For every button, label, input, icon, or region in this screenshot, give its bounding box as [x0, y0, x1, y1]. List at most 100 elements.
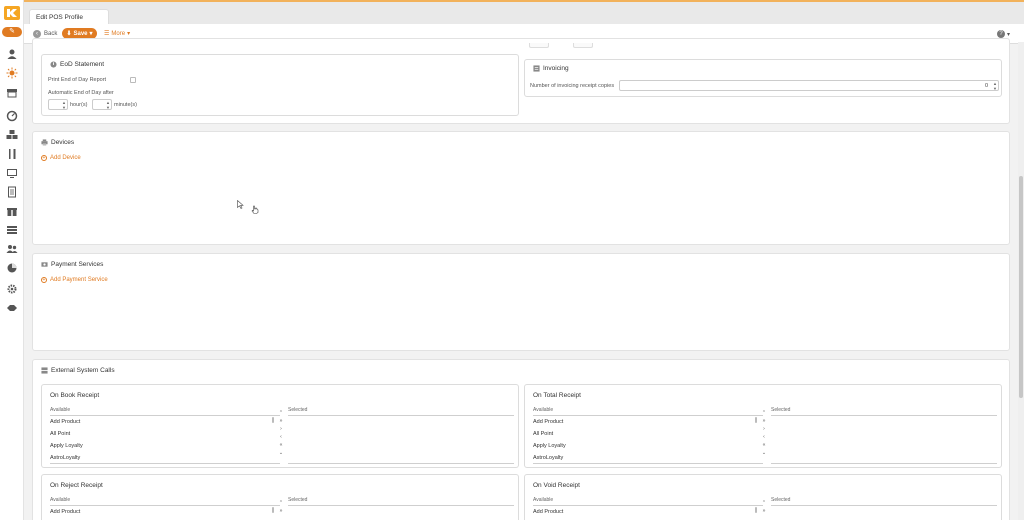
- server-icon: [41, 367, 48, 374]
- on-reject-receipt-title: On Reject Receipt: [50, 482, 103, 489]
- payment-services-panel: Payment Services + Add Payment Service: [32, 253, 1010, 351]
- list-icon[interactable]: [6, 224, 18, 236]
- invoicing-copies-value: 0: [984, 83, 988, 89]
- available-item[interactable]: Add Product: [50, 509, 80, 515]
- list-scrollbar[interactable]: [755, 507, 757, 513]
- invoicing-title: Invoicing: [543, 65, 569, 72]
- divider: [288, 463, 514, 464]
- save-label: Save: [73, 30, 88, 37]
- on-book-receipt-card: On Book Receipt Available Selected Add P…: [41, 384, 519, 468]
- download-icon: ⬇: [66, 31, 72, 37]
- list-scrollbar[interactable]: [272, 417, 274, 423]
- help-icon: ?: [996, 30, 1005, 38]
- chevron-down-icon: ▾: [89, 31, 93, 37]
- available-item[interactable]: All Point: [533, 431, 553, 437]
- pie-chart-icon[interactable]: [6, 262, 18, 274]
- utensils-icon[interactable]: [6, 148, 18, 160]
- move-all-right-icon[interactable]: »: [277, 417, 285, 425]
- document-icon[interactable]: [6, 186, 18, 198]
- mouse-cursor-icon: [237, 200, 244, 209]
- store-icon[interactable]: [6, 86, 18, 98]
- available-item[interactable]: Add Product: [533, 509, 563, 515]
- print-eod-checkbox[interactable]: [130, 77, 136, 83]
- move-up-icon[interactable]: ⌃: [277, 499, 285, 507]
- add-payment-service-label: Add Payment Service: [50, 277, 108, 283]
- gear-icon[interactable]: [6, 283, 18, 295]
- user-icon[interactable]: [6, 48, 18, 60]
- external-calls-title: External System Calls: [51, 367, 115, 374]
- add-device-link[interactable]: + Add Device: [41, 155, 81, 161]
- page-scrollbar[interactable]: [1018, 42, 1024, 520]
- available-header: Available: [50, 407, 71, 413]
- available-item[interactable]: All Point: [50, 431, 70, 437]
- selected-header: Selected: [771, 407, 791, 413]
- move-all-left-icon[interactable]: «: [760, 441, 768, 449]
- more-menu-button[interactable]: ☰ More ▾: [104, 30, 130, 38]
- transfer-controls: ⌃ »: [277, 499, 285, 515]
- move-down-icon[interactable]: ⌄: [277, 449, 285, 457]
- eod-statement-card: EoD Statement Print End of Day Report Au…: [41, 54, 519, 116]
- invoicing-copies-stepper[interactable]: 0 ▲ ▼: [619, 80, 999, 91]
- move-up-icon[interactable]: ⌃: [760, 409, 768, 417]
- move-all-right-icon[interactable]: »: [277, 507, 285, 515]
- transfer-controls: ⌃ » › ‹ « ⌄: [277, 409, 285, 457]
- eod-header: EoD Statement: [50, 61, 104, 68]
- minutes-stepper[interactable]: ▲ ▼: [92, 99, 112, 110]
- on-reject-receipt-card: On Reject Receipt Available Selected Add…: [41, 474, 519, 520]
- available-item[interactable]: AstroLoyalty: [533, 455, 563, 461]
- move-left-icon[interactable]: ‹: [760, 433, 768, 441]
- dashboard-icon[interactable]: [6, 110, 18, 122]
- move-all-right-icon[interactable]: »: [760, 507, 768, 515]
- move-right-icon[interactable]: ›: [760, 425, 768, 433]
- move-all-left-icon[interactable]: «: [277, 441, 285, 449]
- move-up-icon[interactable]: ⌃: [277, 409, 285, 417]
- divider: [771, 463, 997, 464]
- divider: [771, 505, 997, 506]
- stepper-arrows-icon[interactable]: ▲ ▼: [106, 100, 110, 110]
- move-all-right-icon[interactable]: »: [760, 417, 768, 425]
- available-item[interactable]: Apply Loyalty: [533, 443, 566, 449]
- move-down-icon[interactable]: ⌄: [760, 449, 768, 457]
- payment-services-title: Payment Services: [51, 261, 104, 268]
- move-left-icon[interactable]: ‹: [277, 433, 285, 441]
- available-item[interactable]: Add Product: [533, 419, 563, 425]
- list-icon: ☰: [104, 31, 110, 37]
- stepper-arrows-icon[interactable]: ▲ ▼: [993, 81, 997, 91]
- available-item[interactable]: Apply Loyalty: [50, 443, 83, 449]
- add-payment-service-link[interactable]: + Add Payment Service: [41, 277, 108, 283]
- payment-services-header: Payment Services: [41, 261, 103, 268]
- invoice-icon: [533, 65, 540, 72]
- printer-icon: [41, 139, 48, 146]
- help-menu-button[interactable]: ? ▾: [996, 30, 1010, 38]
- available-item[interactable]: AstroLoyalty: [50, 455, 80, 461]
- plus-circle-icon: +: [41, 155, 47, 161]
- available-header: Available: [50, 497, 71, 503]
- back-button[interactable]: ‹ Back: [33, 30, 57, 38]
- divider: [288, 505, 514, 506]
- move-right-icon[interactable]: ›: [277, 425, 285, 433]
- transfer-controls: ⌃ » › ‹ « ⌄: [760, 409, 768, 457]
- monitor-icon[interactable]: [6, 167, 18, 179]
- move-up-icon[interactable]: ⌃: [760, 499, 768, 507]
- users-icon[interactable]: [6, 243, 18, 255]
- list-scrollbar[interactable]: [755, 417, 757, 423]
- gift-icon[interactable]: [6, 205, 18, 217]
- divider: [288, 415, 514, 416]
- scrollbar-thumb[interactable]: [1019, 176, 1023, 398]
- list-scrollbar[interactable]: [272, 507, 274, 513]
- available-item[interactable]: Add Product: [50, 419, 80, 425]
- eod-icon: [50, 61, 57, 68]
- stepper-arrows-icon[interactable]: ▲ ▼: [62, 100, 66, 110]
- pencil-icon[interactable]: ✎: [2, 27, 22, 37]
- selected-header: Selected: [771, 497, 791, 503]
- sun-icon[interactable]: [6, 67, 18, 79]
- field-stub: [573, 43, 593, 48]
- tab-edit-pos-profile[interactable]: Edit POS Profile: [29, 9, 109, 25]
- back-label: Back: [44, 31, 58, 37]
- hours-stepper[interactable]: ▲ ▼: [48, 99, 68, 110]
- devices-title: Devices: [51, 139, 75, 146]
- handshake-icon[interactable]: [6, 302, 18, 314]
- cubes-icon[interactable]: [6, 129, 18, 141]
- on-void-receipt-title: On Void Receipt: [533, 482, 580, 489]
- invoicing-header: Invoicing: [533, 65, 569, 72]
